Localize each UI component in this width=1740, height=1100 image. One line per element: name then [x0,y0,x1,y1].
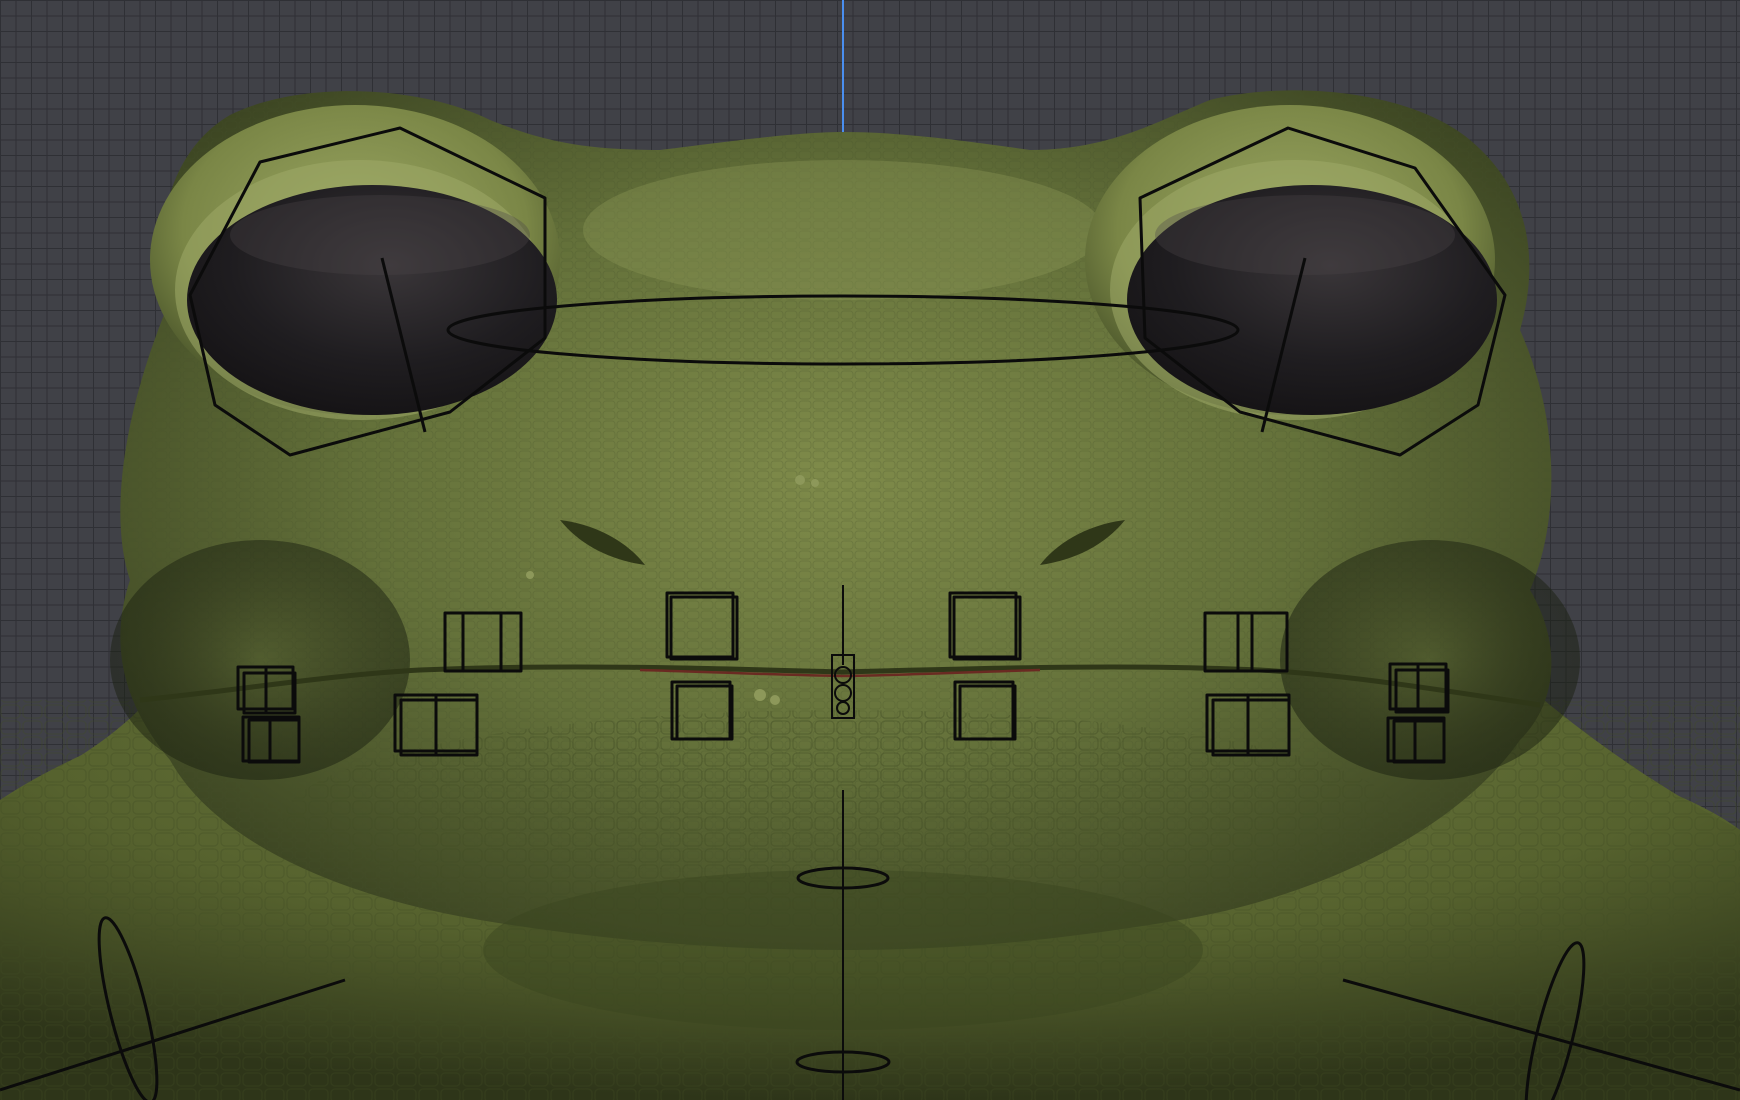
viewport-scene[interactable] [0,0,1740,1100]
3d-viewport[interactable] [0,0,1740,1100]
